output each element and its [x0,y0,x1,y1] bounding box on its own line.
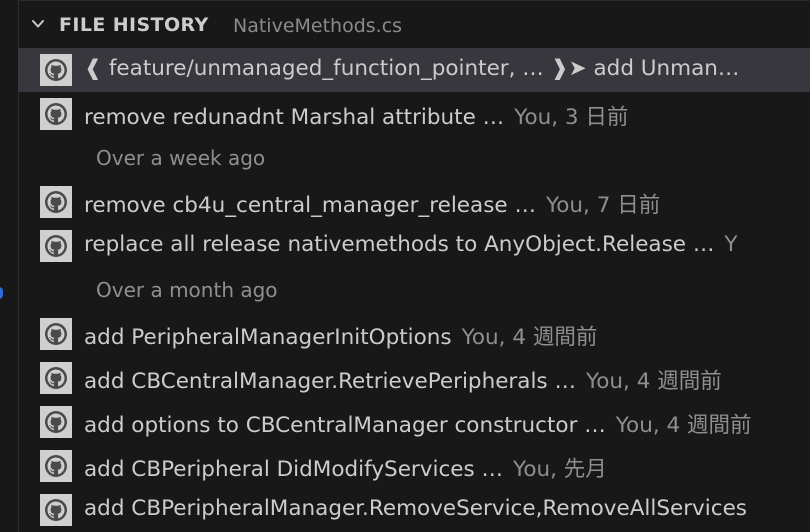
commit-row[interactable]: add CBCentralManager.RetrievePeripherals… [18,356,810,400]
github-icon [40,406,72,438]
commit-line: add options to CBCentralManager construc… [84,408,752,439]
github-icon [40,230,72,262]
commit-message: ❰ feature/unmanaged_function_pointer, … … [84,56,740,81]
commit-message: add options to CBCentralManager construc… [84,413,606,438]
activity-bar-edge [0,0,19,532]
commit-row[interactable]: remove cb4u_central_manager_release … You… [18,180,810,224]
commit-description: You, 4 週間前 [461,325,598,350]
file-history-view: FILE HISTORY NativeMethods.cs ❰ feature/… [0,0,810,532]
commit-description: Y [724,232,738,257]
scroll-indicator[interactable] [0,287,3,299]
commit-line: remove redunadnt Marshal attribute … You,… [84,100,628,131]
commit-row[interactable]: add CBPeripheralManager.RemoveService,Re… [18,488,810,532]
commit-message: add CBPeripheralManager.RemoveService,Re… [84,496,748,521]
github-icon [40,362,72,394]
github-icon [40,318,72,350]
github-icon [40,450,72,482]
commit-description: You, 4 週間前 [585,369,722,394]
commit-message: remove redunadnt Marshal attribute … [84,105,505,130]
panel-title: FILE HISTORY [59,14,209,36]
commit-row[interactable]: ❰ feature/unmanaged_function_pointer, … … [18,48,810,92]
commit-line: add CBPeripheralManager.RemoveService,Re… [84,496,757,521]
commit-line: remove cb4u_central_manager_release … You… [84,188,660,219]
commit-description: You, 4 週間前 [615,413,752,438]
time-group-label[interactable]: Over a week ago [96,146,265,170]
commit-line: add PeripheralManagerInitOptions You, 4 週… [84,320,597,351]
panel-header[interactable]: FILE HISTORY NativeMethods.cs [18,4,810,48]
commit-description: You, 先月 [513,457,607,482]
commit-row[interactable]: add PeripheralManagerInitOptions You, 4 週… [18,312,810,356]
commit-description: You, 7 日前 [545,193,661,218]
commit-line: replace all release nativemethods to Any… [84,232,738,257]
github-icon [40,98,72,130]
commit-row[interactable]: remove redunadnt Marshal attribute … You,… [18,92,810,136]
commit-message: remove cb4u_central_manager_release … [84,193,536,218]
commit-message: replace all release nativemethods to Any… [84,232,715,257]
commit-row[interactable]: add CBPeripheral DidModifyServices … You,… [18,444,810,488]
panel-file-name: NativeMethods.cs [233,15,403,37]
github-icon [40,54,72,86]
commit-line: add CBCentralManager.RetrievePeripherals… [84,364,722,395]
commit-description: You, 3 日前 [514,105,629,130]
commit-row[interactable]: add options to CBCentralManager construc… [18,400,810,444]
chevron-down-icon[interactable] [32,18,44,30]
commit-message: add CBCentralManager.RetrievePeripherals… [84,369,576,394]
file-history-panel: FILE HISTORY NativeMethods.cs ❰ feature/… [18,4,810,532]
commit-row[interactable]: replace all release nativemethods to Any… [18,224,810,268]
github-icon [40,494,72,526]
time-group-label[interactable]: Over a month ago [96,278,278,302]
commit-line: ❰ feature/unmanaged_function_pointer, … … [84,56,749,81]
github-icon [40,186,72,218]
commit-line: add CBPeripheral DidModifyServices … You,… [84,452,607,483]
commit-message: add CBPeripheral DidModifyServices … [84,457,504,482]
commit-message: add PeripheralManagerInitOptions [84,325,452,350]
